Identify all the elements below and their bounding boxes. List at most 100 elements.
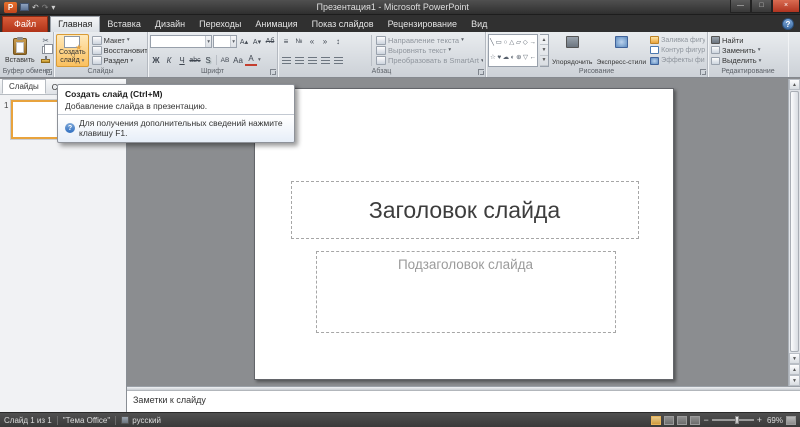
scrollbar-thumb[interactable] bbox=[790, 91, 799, 352]
tab-animations[interactable]: Анимация bbox=[248, 17, 304, 32]
slideshow-view-button[interactable] bbox=[690, 416, 700, 425]
close-button[interactable]: × bbox=[772, 0, 800, 13]
shape-plus[interactable]: ⊕ bbox=[516, 54, 521, 62]
language-indicator[interactable]: русский bbox=[132, 416, 161, 425]
numbering-button[interactable]: № bbox=[293, 35, 305, 47]
grow-font-button[interactable]: А▴ bbox=[238, 36, 250, 48]
columns-button[interactable] bbox=[332, 54, 344, 66]
shape-star[interactable]: ☆ bbox=[490, 54, 496, 62]
shape-outline-button[interactable]: Контур фигуры ▾ bbox=[649, 45, 705, 55]
strikethrough-button[interactable]: abc bbox=[189, 54, 201, 66]
subtitle-placeholder[interactable]: Подзаголовок слайда bbox=[316, 251, 616, 333]
shape-cloud[interactable]: ☁ bbox=[503, 54, 510, 62]
spellcheck-language-icon[interactable] bbox=[121, 416, 129, 424]
format-painter-button[interactable] bbox=[40, 56, 52, 66]
gallery-scroll-up-icon[interactable]: ▲ bbox=[540, 35, 548, 45]
font-name-combo[interactable]: ▾ bbox=[150, 35, 212, 48]
next-slide-button[interactable]: ▼ bbox=[789, 375, 800, 386]
font-color-button[interactable]: А bbox=[245, 54, 257, 66]
tab-review[interactable]: Рецензирование bbox=[381, 17, 465, 32]
line-spacing-button[interactable]: ↕ bbox=[332, 35, 344, 47]
tab-view[interactable]: Вид bbox=[464, 17, 494, 32]
shape-oval[interactable]: ○ bbox=[504, 39, 508, 47]
redo-button[interactable]: ↷ bbox=[42, 2, 49, 13]
shape-triangle-down[interactable]: ▽ bbox=[523, 54, 528, 62]
help-button[interactable]: ? bbox=[782, 18, 794, 30]
zoom-out-button[interactable]: − bbox=[703, 416, 708, 425]
find-button[interactable]: Найти bbox=[710, 35, 786, 45]
shape-arrow-left[interactable]: ← bbox=[529, 54, 536, 62]
tab-transitions[interactable]: Переходы bbox=[192, 17, 248, 32]
gallery-more-icon[interactable]: ▼ bbox=[540, 56, 548, 66]
bullets-button[interactable]: ≡ bbox=[280, 35, 292, 47]
align-right-button[interactable] bbox=[306, 54, 318, 66]
paste-button[interactable]: Вставить bbox=[2, 34, 38, 67]
zoom-level[interactable]: 69% bbox=[765, 416, 783, 425]
shape-triangle[interactable]: △ bbox=[509, 39, 514, 47]
shape-heart[interactable]: ♥ bbox=[497, 54, 501, 62]
decrease-indent-button[interactable]: « bbox=[306, 35, 318, 47]
font-dialog-launcher[interactable] bbox=[270, 69, 276, 75]
change-case-button[interactable]: Аа bbox=[232, 54, 244, 66]
text-direction-button[interactable]: Направление текста ▾ bbox=[375, 35, 483, 45]
clipboard-dialog-launcher[interactable] bbox=[46, 69, 52, 75]
section-button[interactable]: Раздел ▾ bbox=[91, 56, 148, 66]
font-size-combo[interactable]: ▾ bbox=[213, 35, 237, 48]
bold-button[interactable]: Ж bbox=[150, 54, 162, 66]
tab-design[interactable]: Дизайн bbox=[148, 17, 192, 32]
vertical-scrollbar[interactable]: ▲ ▼ ▲ ▼ bbox=[788, 79, 800, 386]
shape-effects-button[interactable]: Эффекты фигур ▾ bbox=[649, 56, 705, 66]
gallery-scroll-down-icon[interactable]: ▼ bbox=[540, 45, 548, 55]
fit-to-window-button[interactable] bbox=[786, 416, 796, 425]
new-slide-button[interactable]: Создать слайд ▾ bbox=[56, 34, 89, 67]
drawing-dialog-launcher[interactable] bbox=[700, 69, 706, 75]
shape-arrow-right[interactable]: → bbox=[529, 39, 536, 47]
align-left-button[interactable] bbox=[280, 54, 292, 66]
slide-thumbnail[interactable] bbox=[11, 100, 63, 139]
scroll-up-icon[interactable]: ▲ bbox=[789, 79, 800, 90]
panel-tab-slides[interactable]: Слайды bbox=[2, 79, 46, 94]
scroll-down-icon[interactable]: ▼ bbox=[789, 353, 800, 364]
previous-slide-button[interactable]: ▲ bbox=[789, 364, 800, 375]
shape-rectangle[interactable]: ▭ bbox=[496, 39, 502, 47]
tab-home[interactable]: Главная bbox=[50, 16, 100, 32]
shape-pie[interactable]: ◐ bbox=[511, 54, 515, 62]
undo-button[interactable]: ↶ bbox=[32, 2, 39, 13]
zoom-slider[interactable] bbox=[712, 419, 754, 421]
notes-pane[interactable]: Заметки к слайду bbox=[127, 390, 800, 412]
shape-fill-button[interactable]: Заливка фигуры ▾ bbox=[649, 35, 705, 45]
shrink-font-button[interactable]: А▾ bbox=[251, 36, 263, 48]
arrange-button[interactable]: Упорядочить bbox=[551, 34, 593, 67]
replace-button[interactable]: Заменить ▾ bbox=[710, 45, 786, 55]
maximize-button[interactable]: □ bbox=[751, 0, 772, 13]
underline-button[interactable]: Ч bbox=[176, 54, 188, 66]
shape-diamond[interactable]: ◇ bbox=[523, 39, 528, 47]
layout-button[interactable]: Макет ▾ bbox=[91, 35, 148, 45]
tab-slideshow[interactable]: Показ слайдов bbox=[305, 17, 381, 32]
save-icon[interactable] bbox=[20, 3, 29, 11]
slide[interactable]: Заголовок слайда Подзаголовок слайда bbox=[254, 88, 674, 380]
italic-button[interactable]: К bbox=[163, 54, 175, 66]
increase-indent-button[interactable]: » bbox=[319, 35, 331, 47]
shape-parallelogram[interactable]: ▱ bbox=[516, 39, 521, 47]
copy-button[interactable] bbox=[40, 45, 52, 55]
convert-smartart-button[interactable]: Преобразовать в SmartArt ▾ bbox=[375, 56, 483, 66]
slide-sorter-view-button[interactable] bbox=[664, 416, 674, 425]
justify-button[interactable] bbox=[319, 54, 331, 66]
align-text-button[interactable]: Выровнять текст ▾ bbox=[375, 45, 483, 55]
minimize-button[interactable]: — bbox=[730, 0, 751, 13]
select-button[interactable]: Выделить ▾ bbox=[710, 56, 786, 66]
tab-insert[interactable]: Вставка bbox=[100, 17, 147, 32]
normal-view-button[interactable] bbox=[651, 416, 661, 425]
reset-button[interactable]: Восстановить bbox=[91, 45, 148, 55]
text-shadow-button[interactable]: S bbox=[202, 54, 214, 66]
align-center-button[interactable] bbox=[293, 54, 305, 66]
zoom-in-button[interactable]: + bbox=[757, 416, 762, 425]
clear-formatting-button[interactable]: Аб bbox=[264, 36, 276, 48]
shapes-gallery-scrollbar[interactable]: ▲ ▼ ▼ bbox=[540, 34, 549, 67]
reading-view-button[interactable] bbox=[677, 416, 687, 425]
zoom-slider-thumb[interactable] bbox=[735, 416, 739, 424]
character-spacing-button[interactable]: АВ bbox=[219, 54, 231, 66]
tab-file[interactable]: Файл bbox=[2, 16, 48, 32]
shape-line[interactable]: ╲ bbox=[490, 39, 494, 47]
